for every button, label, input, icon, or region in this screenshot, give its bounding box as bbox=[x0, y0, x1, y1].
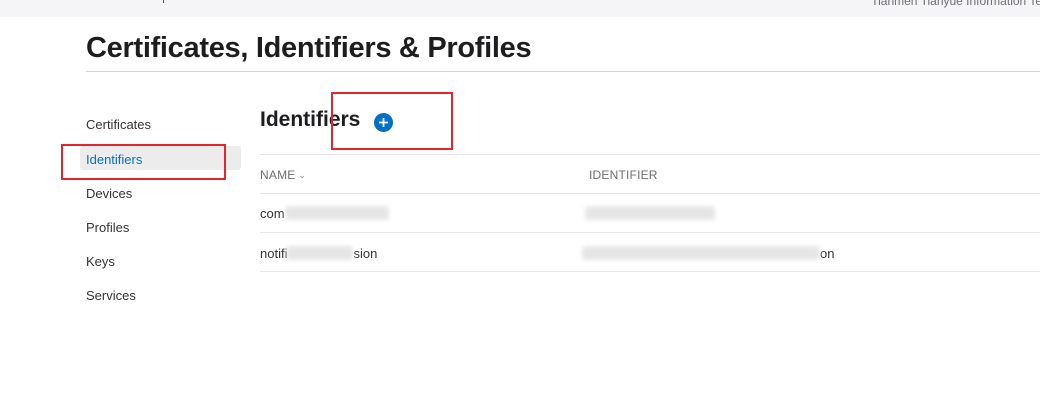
section-title: Identifiers bbox=[260, 108, 361, 131]
row-1-name-text: com bbox=[260, 206, 285, 221]
row-1-identifier bbox=[585, 206, 715, 221]
title-divider bbox=[86, 71, 1040, 72]
row-2-name-text-start: notifi bbox=[260, 246, 288, 261]
row-2-name-text-end: sion bbox=[353, 246, 378, 261]
row-1-name: com bbox=[260, 206, 389, 221]
redaction-blur bbox=[287, 246, 354, 260]
chevron-down-icon: ⌄ bbox=[298, 170, 307, 180]
sidebar-item-certificates[interactable]: Certificates bbox=[86, 117, 151, 132]
plus-icon bbox=[379, 118, 388, 127]
row-2-identifier-text-end: on bbox=[820, 246, 835, 261]
sidebar-item-profiles[interactable]: Profiles bbox=[86, 220, 129, 235]
column-header-name[interactable]: NAME ⌄ bbox=[260, 168, 306, 182]
sidebar-item-services[interactable]: Services bbox=[86, 288, 136, 303]
team-name[interactable]: Tianmen Tianyue Information Tec bbox=[871, 0, 1040, 8]
add-identifier-button[interactable] bbox=[374, 113, 393, 132]
table-top-divider bbox=[260, 154, 1040, 155]
column-header-name-label: NAME bbox=[260, 168, 296, 182]
row-2-identifier: on bbox=[582, 246, 834, 261]
sidebar-item-identifiers[interactable]: Identifiers bbox=[86, 152, 142, 167]
redaction-blur bbox=[585, 206, 715, 220]
topbar-fragment bbox=[163, 0, 164, 3]
sidebar-item-devices[interactable]: Devices bbox=[86, 186, 132, 201]
row-divider bbox=[260, 271, 1040, 272]
row-2-name: notifi sion bbox=[260, 246, 377, 261]
redaction-blur bbox=[582, 246, 820, 260]
redaction-blur bbox=[284, 206, 389, 220]
sidebar-item-keys[interactable]: Keys bbox=[86, 254, 115, 269]
top-account-bar: Tianmen Tianyue Information Tec bbox=[0, 0, 1040, 17]
page-title: Certificates, Identifiers & Profiles bbox=[86, 32, 532, 64]
column-header-identifier[interactable]: IDENTIFIER bbox=[589, 168, 658, 182]
